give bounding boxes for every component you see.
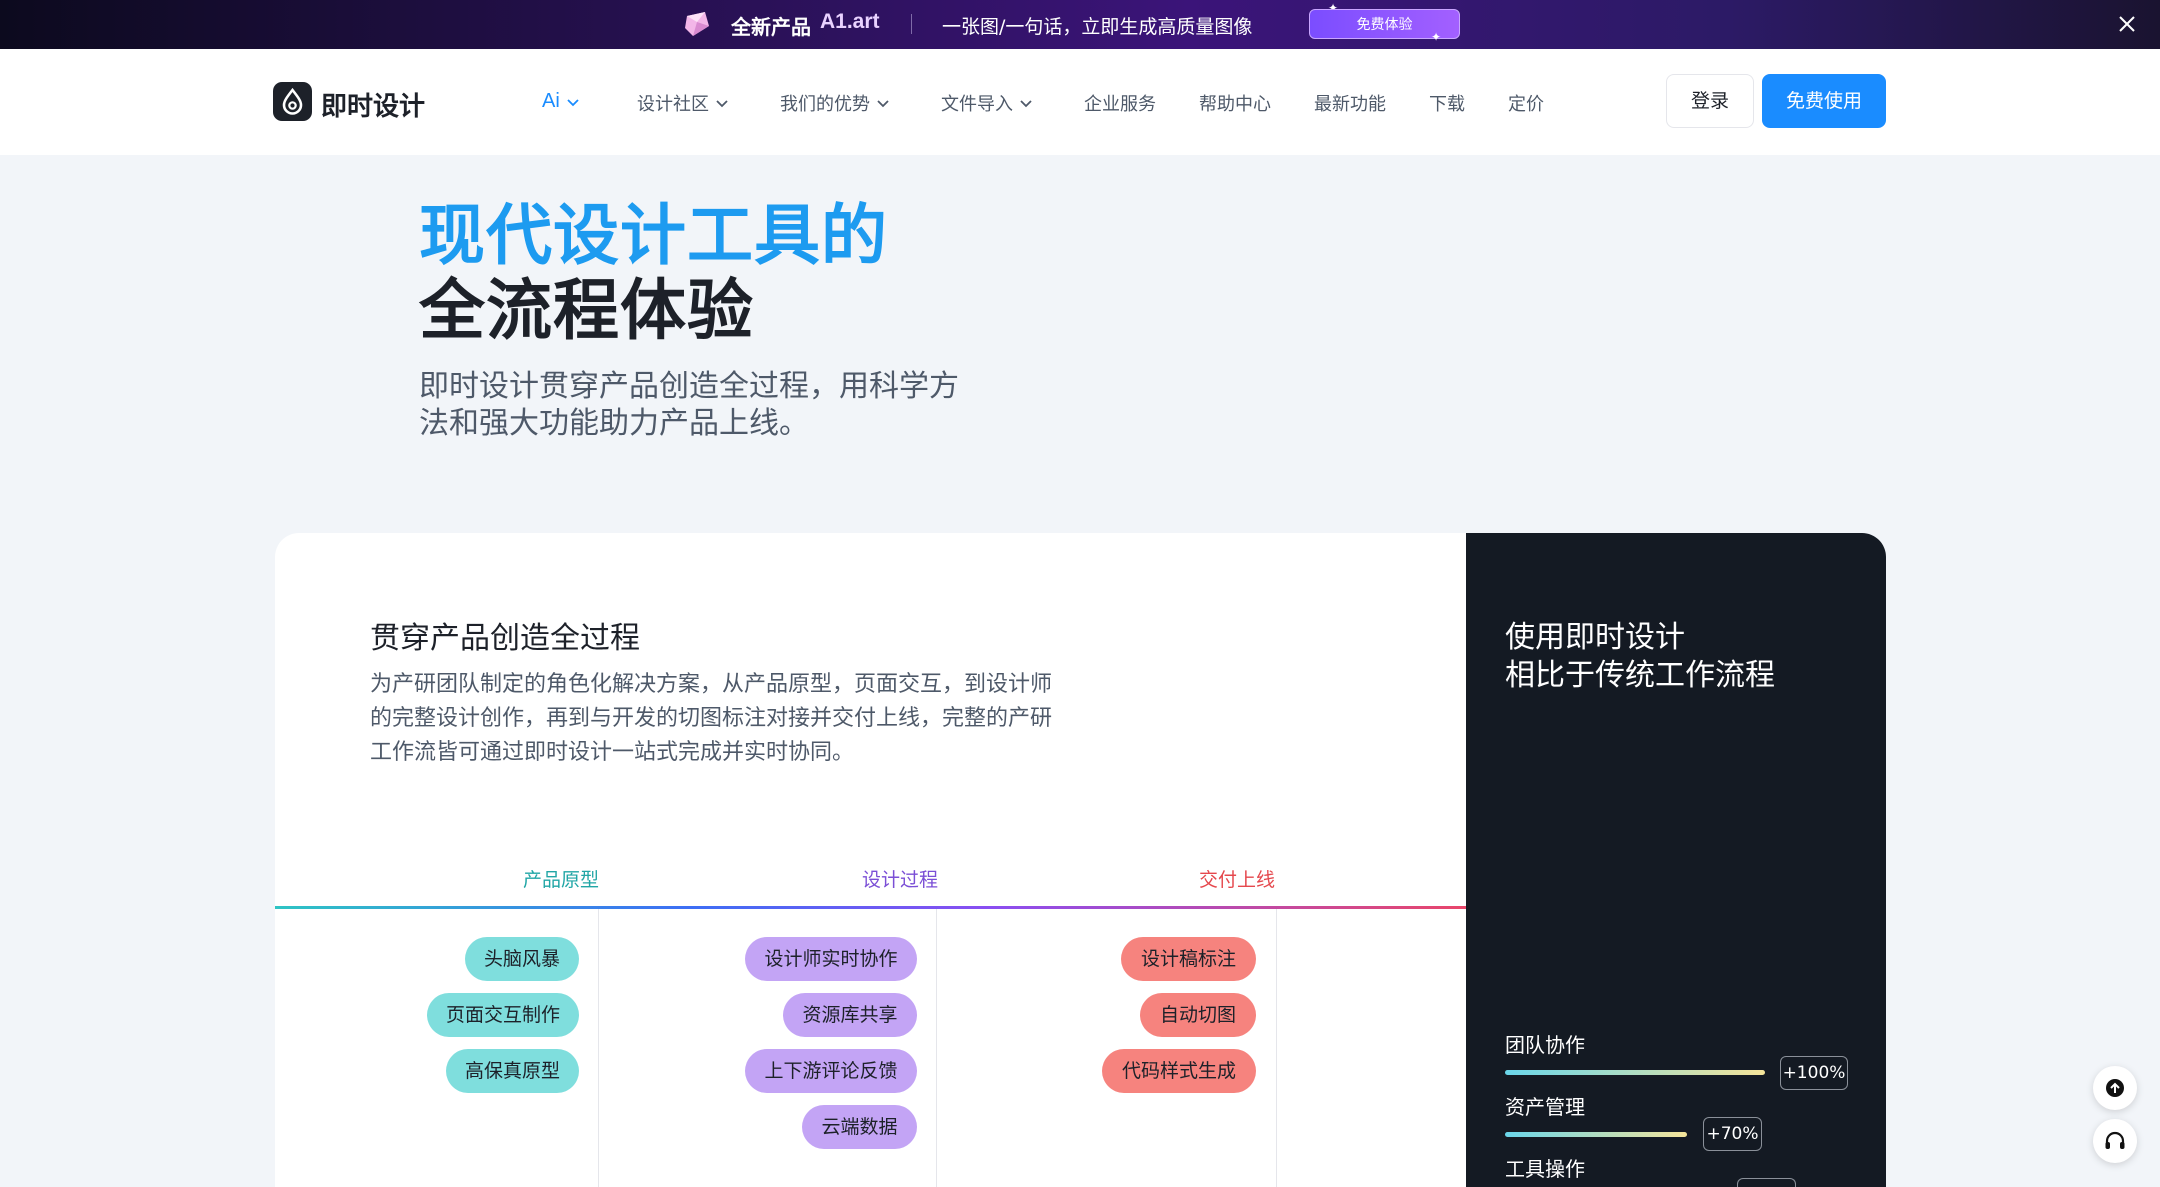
process-title: 贯穿产品创造全过程 bbox=[370, 621, 640, 656]
nav-label: 最新功能 bbox=[1314, 94, 1386, 115]
logo-icon[interactable] bbox=[273, 82, 312, 121]
nav-new-features[interactable]: 最新功能 bbox=[1314, 90, 1386, 116]
pill-page-interaction[interactable]: 页面交互制作 bbox=[427, 993, 579, 1037]
pill-hifi-prototype[interactable]: 高保真原型 bbox=[446, 1049, 579, 1093]
nav-file-import[interactable]: 文件导入 bbox=[941, 90, 1033, 116]
back-to-top-button[interactable] bbox=[2093, 1066, 2137, 1110]
metric-badge: +70% bbox=[1703, 1117, 1762, 1151]
metric-bar bbox=[1505, 1132, 1687, 1137]
banner-divider bbox=[911, 14, 912, 34]
nav-label: 定价 bbox=[1508, 94, 1544, 115]
metric-label: 工具操作 bbox=[1505, 1157, 1585, 1181]
nav-advantages[interactable]: 我们的优势 bbox=[780, 90, 890, 116]
hero-title-line2: 全流程体验 bbox=[419, 272, 754, 349]
metric-badge: +100% bbox=[1780, 1056, 1848, 1090]
nav-design-community[interactable]: 设计社区 bbox=[637, 90, 729, 116]
headset-icon bbox=[2105, 1131, 2125, 1149]
column-divider bbox=[1276, 909, 1277, 1187]
column-divider bbox=[598, 909, 599, 1187]
nav-label: 帮助中心 bbox=[1199, 94, 1271, 115]
chevron-down-icon bbox=[567, 98, 579, 106]
nav-pricing[interactable]: 定价 bbox=[1508, 90, 1544, 116]
nav-label: Ai bbox=[542, 90, 560, 112]
support-button[interactable] bbox=[2093, 1119, 2137, 1163]
banner-product-label: 全新产品 bbox=[731, 15, 811, 39]
nav-help-center[interactable]: 帮助中心 bbox=[1199, 90, 1271, 116]
process-description-line: 的完整设计创作，再到与开发的切图标注对接并交付上线，完整的产研 bbox=[370, 706, 1053, 731]
pill-comment-feedback[interactable]: 上下游评论反馈 bbox=[745, 1049, 917, 1093]
nav-label: 设计社区 bbox=[637, 94, 709, 115]
banner-slogan: 一张图/一句话，立即生成高质量图像 bbox=[942, 16, 1253, 38]
free-use-button[interactable]: 免费使用 bbox=[1762, 74, 1886, 128]
pill-auto-slice[interactable]: 自动切图 bbox=[1140, 993, 1256, 1037]
pill-realtime-collab[interactable]: 设计师实时协作 bbox=[745, 937, 917, 981]
chevron-down-icon bbox=[1020, 100, 1032, 108]
arrow-up-icon bbox=[2106, 1079, 2124, 1097]
hero-description-line2: 法和强大功能助力产品上线。 bbox=[419, 406, 809, 441]
nav-label: 我们的优势 bbox=[780, 94, 870, 115]
gem-icon bbox=[685, 12, 709, 36]
metric-label: 资产管理 bbox=[1505, 1095, 1585, 1119]
process-gradient-line bbox=[275, 906, 1466, 909]
nav-ai[interactable]: Ai bbox=[542, 90, 580, 113]
tab-delivery[interactable]: 交付上线 bbox=[1199, 865, 1275, 892]
nav-label: 企业服务 bbox=[1084, 94, 1156, 115]
nav-label: 下载 bbox=[1429, 94, 1465, 115]
pill-library-sharing[interactable]: 资源库共享 bbox=[783, 993, 917, 1037]
tab-product-prototype[interactable]: 产品原型 bbox=[523, 865, 599, 892]
login-button[interactable]: 登录 bbox=[1666, 74, 1754, 128]
pill-brainstorm[interactable]: 头脑风暴 bbox=[465, 937, 579, 981]
nav-download[interactable]: 下载 bbox=[1429, 90, 1465, 116]
nav-label: 文件导入 bbox=[941, 94, 1013, 115]
chevron-down-icon bbox=[716, 100, 728, 108]
pill-cloud-data[interactable]: 云端数据 bbox=[802, 1105, 917, 1149]
close-icon[interactable] bbox=[2114, 11, 2140, 37]
process-description-line: 工作流皆可通过即时设计一站式完成并实时协同。 bbox=[370, 740, 855, 765]
banner-brand[interactable]: A1.art bbox=[820, 10, 880, 34]
nav-enterprise[interactable]: 企业服务 bbox=[1084, 90, 1156, 116]
chevron-down-icon bbox=[877, 100, 889, 108]
metric-label: 团队协作 bbox=[1505, 1033, 1585, 1057]
tab-design-process[interactable]: 设计过程 bbox=[862, 865, 938, 892]
sparkle-icon: ✦ bbox=[1431, 30, 1442, 44]
logo-text[interactable]: 即时设计 bbox=[321, 86, 425, 123]
site-header: 即时设计 Ai 设计社区 我们的优势 文件导入 企业服务 帮助中心 最新功能 下… bbox=[0, 49, 2160, 155]
comparison-title-line2: 相比于传统工作流程 bbox=[1505, 658, 1775, 693]
process-description-line: 为产研团队制定的角色化解决方案，从产品原型，页面交互，到设计师 bbox=[370, 672, 1053, 697]
pill-design-annotation[interactable]: 设计稿标注 bbox=[1121, 937, 1256, 981]
column-divider bbox=[936, 909, 937, 1187]
metric-badge bbox=[1737, 1178, 1796, 1187]
metric-bar bbox=[1505, 1070, 1765, 1075]
pill-code-style[interactable]: 代码样式生成 bbox=[1102, 1049, 1256, 1093]
promo-banner: 全新产品 A1.art 一张图/一句话，立即生成高质量图像 ✦ 免费体验 ✦ bbox=[0, 0, 2160, 49]
